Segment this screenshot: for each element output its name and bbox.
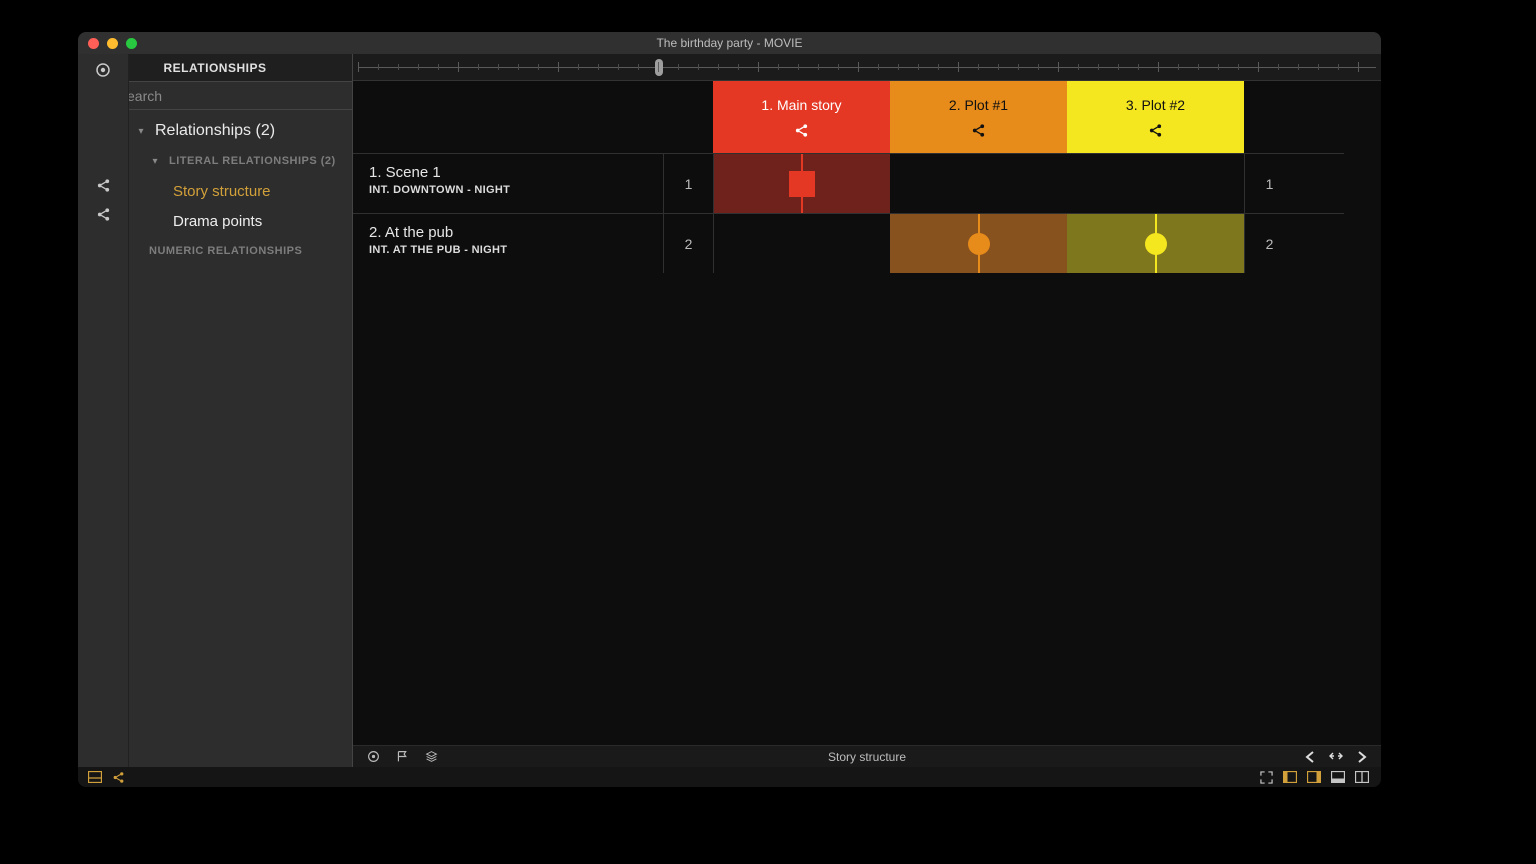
titlebar[interactable]: The birthday party - MOVIE: [78, 32, 1381, 54]
column-label: 1. Main story: [761, 97, 841, 113]
panel-bottom-icon[interactable]: [1331, 771, 1345, 784]
layout-icon[interactable]: [88, 771, 102, 784]
scene-location: INT. DOWNTOWN - NIGHT: [369, 184, 647, 196]
fullscreen-icon[interactable]: [1260, 771, 1273, 784]
main-footer: Story structure: [353, 745, 1381, 767]
sidebar-tree: ▾ Relationships (2) ▾ LITERAL RELATIONSH…: [129, 110, 352, 767]
scene-location: INT. AT THE PUB - NIGHT: [369, 244, 647, 256]
column-header-plot1[interactable]: 1. Main story: [713, 81, 890, 153]
scene-number-left: 1: [663, 153, 713, 213]
tree-label: Story structure: [173, 183, 271, 200]
tree-item-story-structure[interactable]: Story structure: [129, 176, 352, 206]
timeline-ruler[interactable]: [353, 54, 1381, 81]
footer-view-name: Story structure: [353, 750, 1381, 764]
plot-cell-1-main[interactable]: [713, 153, 890, 213]
tree-group-literal[interactable]: ▾ LITERAL RELATIONSHIPS (2): [129, 146, 352, 176]
search-input[interactable]: [118, 87, 352, 105]
scene-row[interactable]: 1. Scene 1 INT. DOWNTOWN - NIGHT: [353, 153, 663, 213]
target-icon[interactable]: [95, 62, 111, 78]
share-icon: [794, 123, 809, 138]
share-icon: [1148, 123, 1163, 138]
tree-label: Relationships (2): [155, 122, 275, 140]
column-label: 2. Plot #1: [949, 97, 1008, 113]
chevron-down-icon[interactable]: ▾: [135, 126, 147, 137]
plot-marker-circle[interactable]: [1145, 233, 1167, 255]
panel-right-icon[interactable]: [1307, 771, 1321, 784]
share-icon: [971, 123, 986, 138]
app-window: The birthday party - MOVIE RELATIONSHIPS: [78, 32, 1381, 787]
panel-single-icon[interactable]: [1355, 771, 1369, 784]
tree-group-numeric[interactable]: NUMERIC RELATIONSHIPS: [129, 236, 352, 266]
scene-title: 2. At the pub: [369, 224, 647, 241]
plot-cell-2-plot3[interactable]: [1067, 213, 1244, 273]
timeline-handle[interactable]: [655, 59, 663, 76]
relationship-grid: 1. Main story 2. Plot #1 3. Plot #2: [353, 81, 1381, 273]
sidebar: RELATIONSHIPS: [78, 54, 353, 767]
scene-number-right: 1: [1244, 153, 1294, 213]
share-icon[interactable]: [112, 771, 125, 784]
scene-number-right: 2: [1244, 213, 1294, 273]
column-label: 3. Plot #2: [1126, 97, 1185, 113]
plot-cell-1-plot3[interactable]: [1067, 153, 1244, 213]
window-title: The birthday party - MOVIE: [78, 36, 1381, 50]
plot-cell-2-plot2[interactable]: [890, 213, 1067, 273]
column-header-plot2[interactable]: 2. Plot #1: [890, 81, 1067, 153]
share-icon[interactable]: [96, 178, 111, 193]
chevron-down-icon[interactable]: ▾: [149, 156, 161, 167]
tree-label: Drama points: [173, 213, 262, 230]
plot-cell-1-plot2[interactable]: [890, 153, 1067, 213]
tree-node-relationships[interactable]: ▾ Relationships (2): [129, 116, 352, 146]
panel-left-icon[interactable]: [1283, 771, 1297, 784]
tree-item-drama-points[interactable]: Drama points: [129, 206, 352, 236]
scene-title: 1. Scene 1: [369, 164, 647, 181]
plot-cell-2-main[interactable]: [713, 213, 890, 273]
tree-label: NUMERIC RELATIONSHIPS: [149, 245, 302, 257]
plot-marker-square[interactable]: [789, 171, 815, 197]
tree-label: LITERAL RELATIONSHIPS (2): [169, 155, 336, 167]
app-status-bar: [78, 767, 1381, 787]
scene-number-left: 2: [663, 213, 713, 273]
scene-row[interactable]: 2. At the pub INT. AT THE PUB - NIGHT: [353, 213, 663, 273]
plot-marker-circle[interactable]: [968, 233, 990, 255]
column-header-plot3[interactable]: 3. Plot #2: [1067, 81, 1244, 153]
sidebar-rail: [78, 54, 129, 767]
main-view: 1. Main story 2. Plot #1 3. Plot #2: [353, 54, 1381, 767]
share-icon[interactable]: [96, 207, 111, 222]
